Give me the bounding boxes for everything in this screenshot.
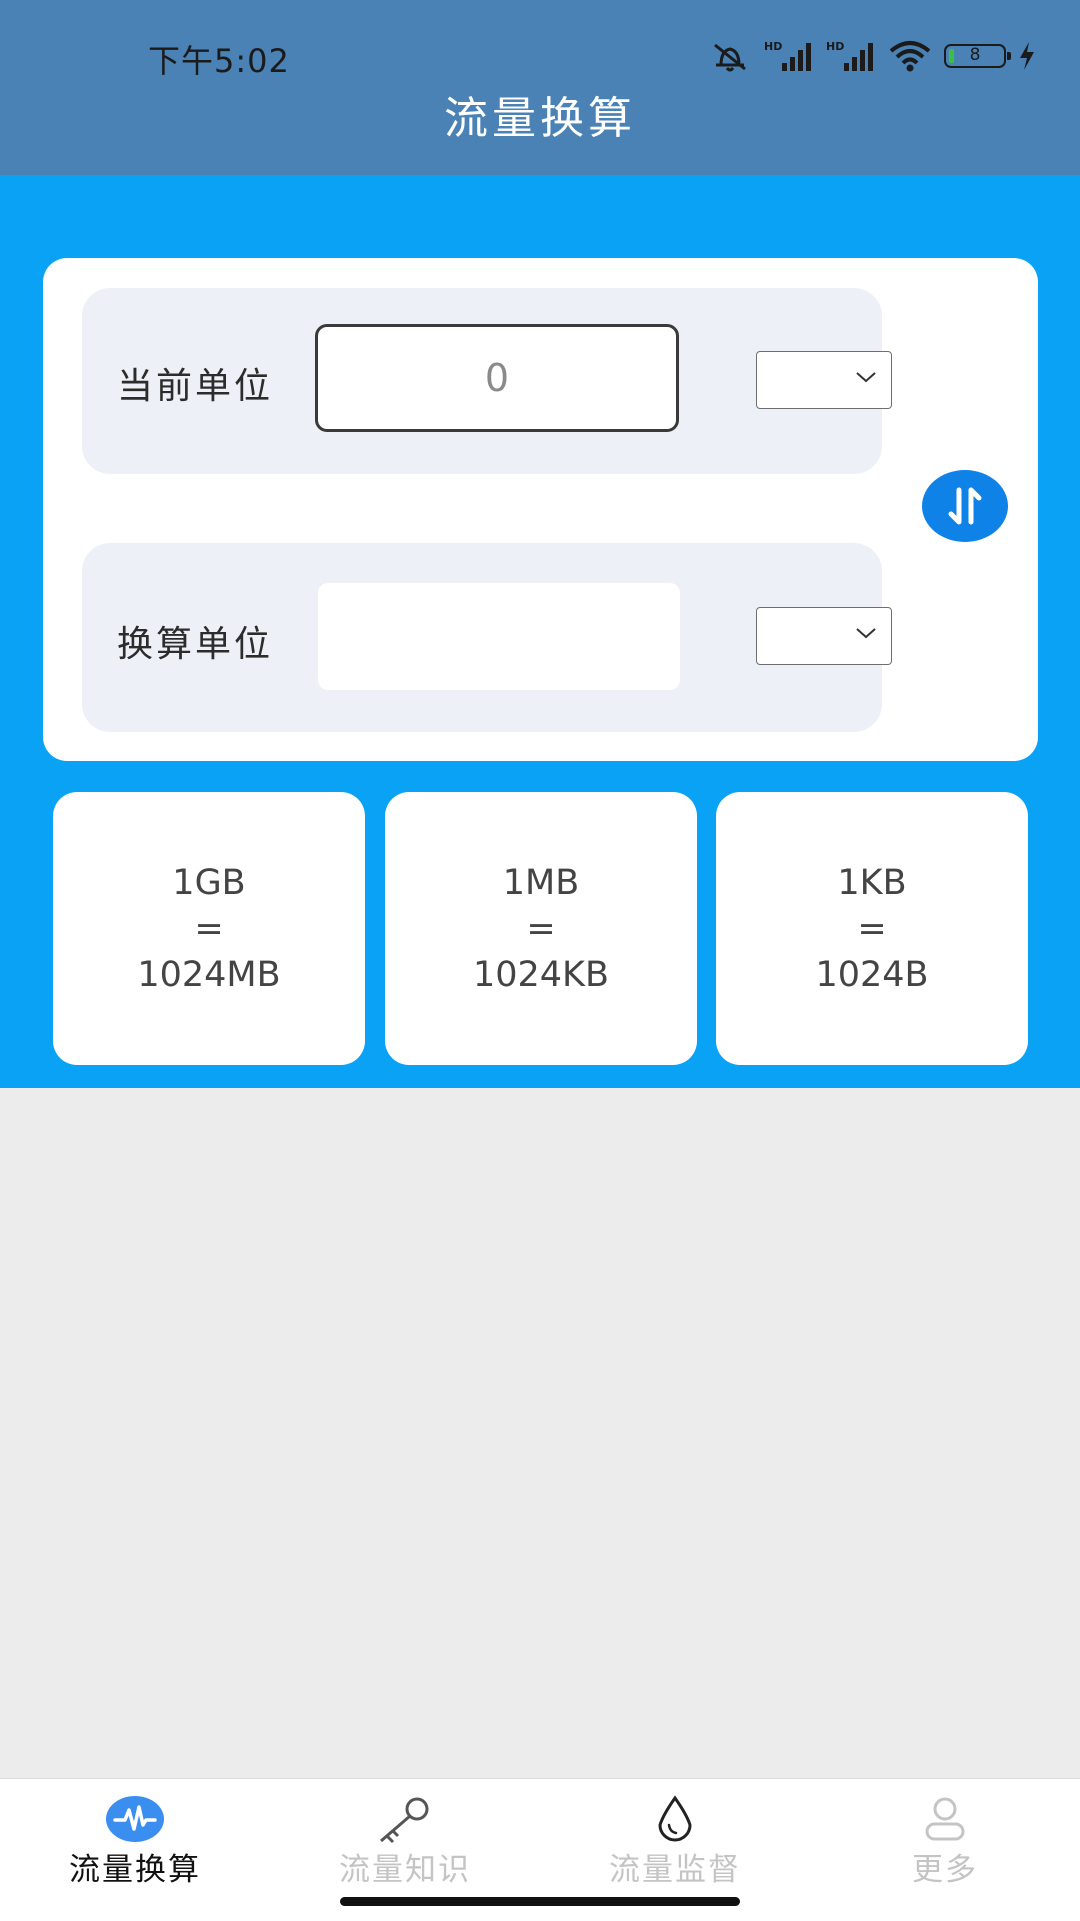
converter-card: 当前单位 换算单位 — [43, 258, 1038, 761]
bell-muted-icon — [714, 43, 746, 72]
info-card-mb: 1MB = 1024KB — [385, 792, 697, 1065]
svg-text:HD: HD — [826, 40, 844, 53]
nav-item-more[interactable]: 更多 — [810, 1779, 1080, 1921]
current-unit-select[interactable] — [756, 351, 892, 409]
info-card-bottom: 1024MB — [137, 954, 281, 995]
current-unit-panel: 当前单位 — [82, 288, 892, 474]
info-card-gb: 1GB = 1024MB — [53, 792, 365, 1065]
target-unit-label: 换算单位 — [117, 624, 274, 665]
chevron-down-icon — [856, 628, 876, 639]
home-indicator[interactable] — [340, 1897, 740, 1906]
info-card-top: 1MB — [502, 862, 580, 903]
nav-label: 更多 — [912, 1852, 978, 1888]
status-icons: HD HD 8 — [708, 38, 1036, 74]
target-value-input[interactable] — [318, 583, 680, 690]
charging-icon — [1020, 42, 1034, 70]
info-card-bottom: 1024KB — [472, 954, 610, 995]
swap-vertical-icon — [948, 487, 982, 525]
pulse-icon — [106, 1796, 164, 1842]
wifi-icon — [889, 41, 931, 72]
hd-signal-icon: HD — [826, 40, 873, 71]
key-icon — [380, 1797, 429, 1844]
target-unit-panel: 换算单位 — [82, 543, 892, 732]
water-drop-icon — [658, 1795, 692, 1842]
current-value-input[interactable] — [315, 324, 679, 432]
chevron-down-icon — [856, 372, 876, 383]
battery-level: 8 — [969, 45, 981, 65]
info-card-kb: 1KB = 1024B — [716, 792, 1028, 1065]
info-card-top: 1GB — [172, 862, 246, 903]
person-icon — [925, 1797, 965, 1841]
info-card-equals: = — [857, 908, 887, 949]
info-card-bottom: 1024B — [815, 954, 929, 995]
info-card-equals: = — [526, 908, 556, 949]
info-card-equals: = — [194, 908, 224, 949]
hd-signal-icon: HD — [764, 40, 811, 71]
status-time: 下午5:02 — [148, 42, 290, 80]
target-unit-select[interactable] — [756, 607, 892, 665]
nav-item-conversion[interactable]: 流量换算 — [0, 1779, 270, 1921]
current-unit-label: 当前单位 — [117, 366, 274, 407]
svg-text:HD: HD — [764, 40, 782, 53]
info-card-top: 1KB — [837, 862, 907, 903]
nav-label: 流量换算 — [69, 1852, 201, 1888]
nav-label: 流量监督 — [609, 1852, 741, 1888]
nav-label: 流量知识 — [339, 1852, 471, 1888]
battery-icon: 8 — [944, 44, 1011, 68]
swap-units-button[interactable] — [922, 470, 1008, 542]
page-title: 流量换算 — [444, 93, 636, 144]
